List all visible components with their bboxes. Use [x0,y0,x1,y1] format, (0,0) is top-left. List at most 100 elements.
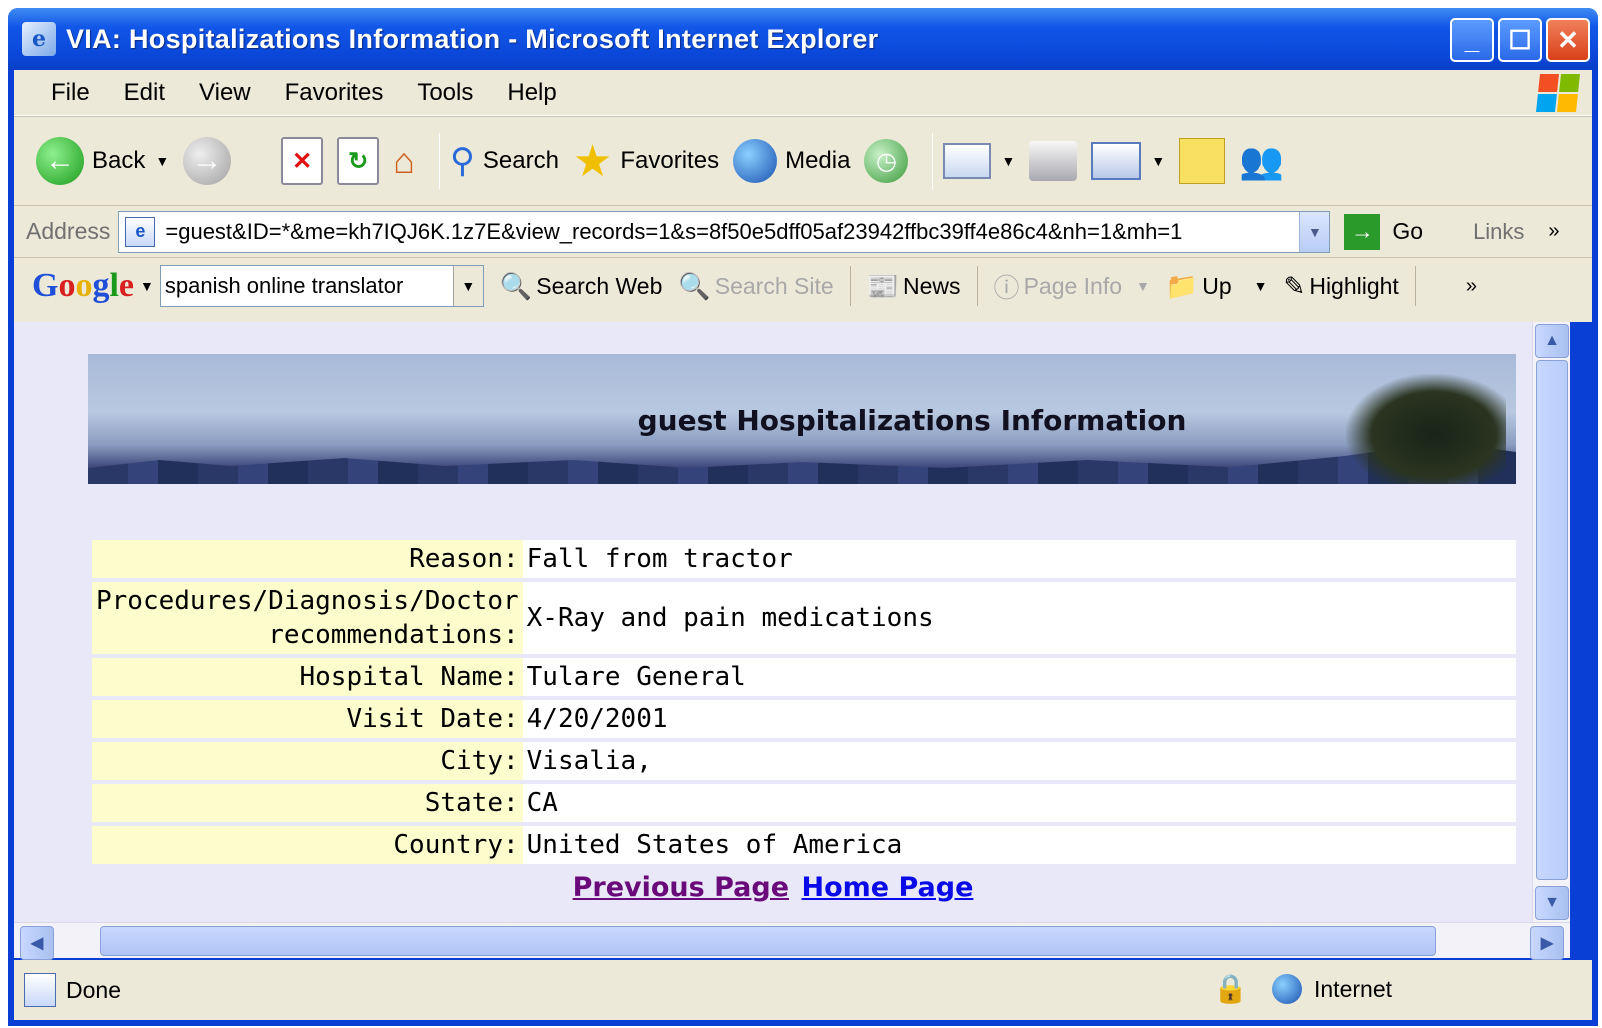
links-label[interactable]: Links [1473,219,1524,245]
media-label: Media [785,147,851,174]
search-site-button[interactable]: 🔍 Search Site [678,271,833,302]
highlight-button[interactable]: ✎ Highlight [1284,271,1399,302]
address-input[interactable]: e =guest&ID=*&me=kh7IQJ6K.1z7E&view_reco… [118,210,1331,253]
menu-help[interactable]: Help [490,79,573,107]
table-row: Hospital Name: Tulare General [92,658,1516,696]
minimize-icon: _ [1464,24,1480,55]
mail-button[interactable]: ▼ [943,131,1015,191]
messenger-button[interactable]: 👥 [1239,131,1284,191]
menu-favorites[interactable]: Favorites [268,79,401,107]
hospitalization-table: Reason: Fall from tractor Procedures/Dia… [92,536,1516,868]
search-web-label: Search Web [536,272,663,299]
field-label: Country: [92,826,523,864]
field-value: 4/20/2001 [522,700,1516,738]
close-button[interactable]: ✕ [1546,18,1590,62]
field-label: Reason: [92,540,523,578]
security-zone[interactable]: Internet [1272,974,1392,1004]
forward-button[interactable]: → [183,131,232,191]
notes-button[interactable] [1179,131,1226,191]
field-value: CA [522,784,1516,822]
windows-logo-icon [1536,74,1580,112]
lock-icon: 🔒 [1213,973,1248,1004]
highlight-label: Highlight [1309,272,1399,299]
favorites-label: Favorites [620,147,720,174]
page-navigation: Previous Page Home Page [14,872,1532,903]
menu-edit[interactable]: Edit [107,79,182,107]
toolbar-separator [976,266,978,306]
banner-landscape [88,444,1516,484]
field-label: Procedures/Diagnosis/Doctor recommendati… [92,582,523,654]
field-value: Tulare General [522,658,1516,696]
table-row: Procedures/Diagnosis/Doctor recommendati… [92,582,1516,654]
binoculars-icon: 🔍 [499,270,533,301]
field-label: State: [92,784,523,822]
toolbar-separator [849,266,851,306]
menu-view[interactable]: View [182,79,268,107]
print-button[interactable] [1029,131,1078,191]
horizontal-scrollbar[interactable]: ◀ ▶ [14,922,1570,960]
refresh-button[interactable]: ↻ [337,131,380,191]
home-page-link[interactable]: Home Page [801,872,973,903]
horizontal-scroll-thumb[interactable] [100,926,1436,956]
google-search-query: spanish online translator [164,273,404,298]
field-value: X-Ray and pain medications [522,582,1516,654]
mail-icon [943,143,992,179]
mail-dropdown-icon[interactable]: ▼ [1001,153,1015,169]
news-label: News [903,272,961,299]
scroll-left-button[interactable]: ◀ [20,926,54,960]
refresh-icon: ↻ [337,137,380,185]
toolbar-separator [438,133,440,189]
google-search-input[interactable]: spanish online translator ▼ [159,265,484,307]
standard-toolbar: ← Back ▼ → ✕ ↻ ⌂ ⚲ Search ★ Favorites Me… [14,116,1592,206]
page-info-button[interactable]: ⓘ Page Info ▼ [994,268,1150,305]
previous-page-link[interactable]: Previous Page [573,872,789,903]
favorites-button[interactable]: ★ Favorites [573,131,719,191]
minimize-button[interactable]: _ [1450,18,1494,62]
google-logo[interactable]: Google [32,267,134,305]
edit-button[interactable]: ▼ [1091,131,1165,191]
page-info-label: Page Info [1023,272,1123,299]
scroll-right-button[interactable]: ▶ [1530,926,1564,960]
links-chevron-icon[interactable]: » [1548,220,1559,243]
history-button[interactable]: ◷ [864,131,909,191]
news-button[interactable]: 📰 News [867,271,961,302]
back-button[interactable]: ← Back ▼ [36,131,169,191]
page-content: guest Hospitalizations Information Reaso… [14,322,1532,922]
up-label: Up [1202,272,1232,299]
home-button[interactable]: ⌂ [393,131,415,191]
google-menu-dropdown-icon[interactable]: ▼ [140,278,154,294]
page-banner: guest Hospitalizations Information [88,354,1516,484]
media-icon [733,139,778,183]
title-bar[interactable]: e VIA: Hospitalizations Information - Mi… [8,8,1598,70]
scroll-up-button[interactable]: ▲ [1535,324,1569,358]
stop-icon: ✕ [281,137,324,185]
page-info-dropdown-icon[interactable]: ▼ [1136,278,1150,294]
google-search-dropdown-icon[interactable]: ▼ [452,266,483,306]
toolbar-separator [932,133,934,189]
go-button[interactable]: → Go [1344,213,1423,250]
vertical-scrollbar[interactable]: ▲ ▼ [1532,322,1570,922]
page-icon: e [125,216,156,247]
go-arrow-icon: → [1344,213,1381,250]
media-button[interactable]: Media [733,131,850,191]
status-text: Done [66,976,121,1003]
google-chevron-icon[interactable]: » [1466,275,1477,298]
search-web-button[interactable]: 🔍 Search Web [500,271,663,302]
up-button[interactable]: 📁 Up ▼ [1166,271,1268,302]
vertical-scroll-thumb[interactable] [1536,360,1568,880]
chevron-down-icon: ▼ [1544,894,1560,911]
back-dropdown-icon[interactable]: ▼ [155,153,169,169]
printer-icon [1029,141,1078,181]
info-icon: ⓘ [993,272,1020,303]
search-button[interactable]: ⚲ Search [450,131,559,191]
stop-button[interactable]: ✕ [281,131,324,191]
address-dropdown-icon[interactable]: ▼ [1299,211,1330,252]
menu-tools[interactable]: Tools [400,79,490,107]
field-label: Hospital Name: [92,658,523,696]
menu-file[interactable]: File [34,79,107,107]
maximize-button[interactable]: ☐ [1498,18,1542,62]
up-dropdown-icon[interactable]: ▼ [1254,278,1268,294]
scroll-down-button[interactable]: ▼ [1535,886,1569,920]
edit-dropdown-icon[interactable]: ▼ [1151,153,1165,169]
table-row: City: Visalia, [92,742,1516,780]
